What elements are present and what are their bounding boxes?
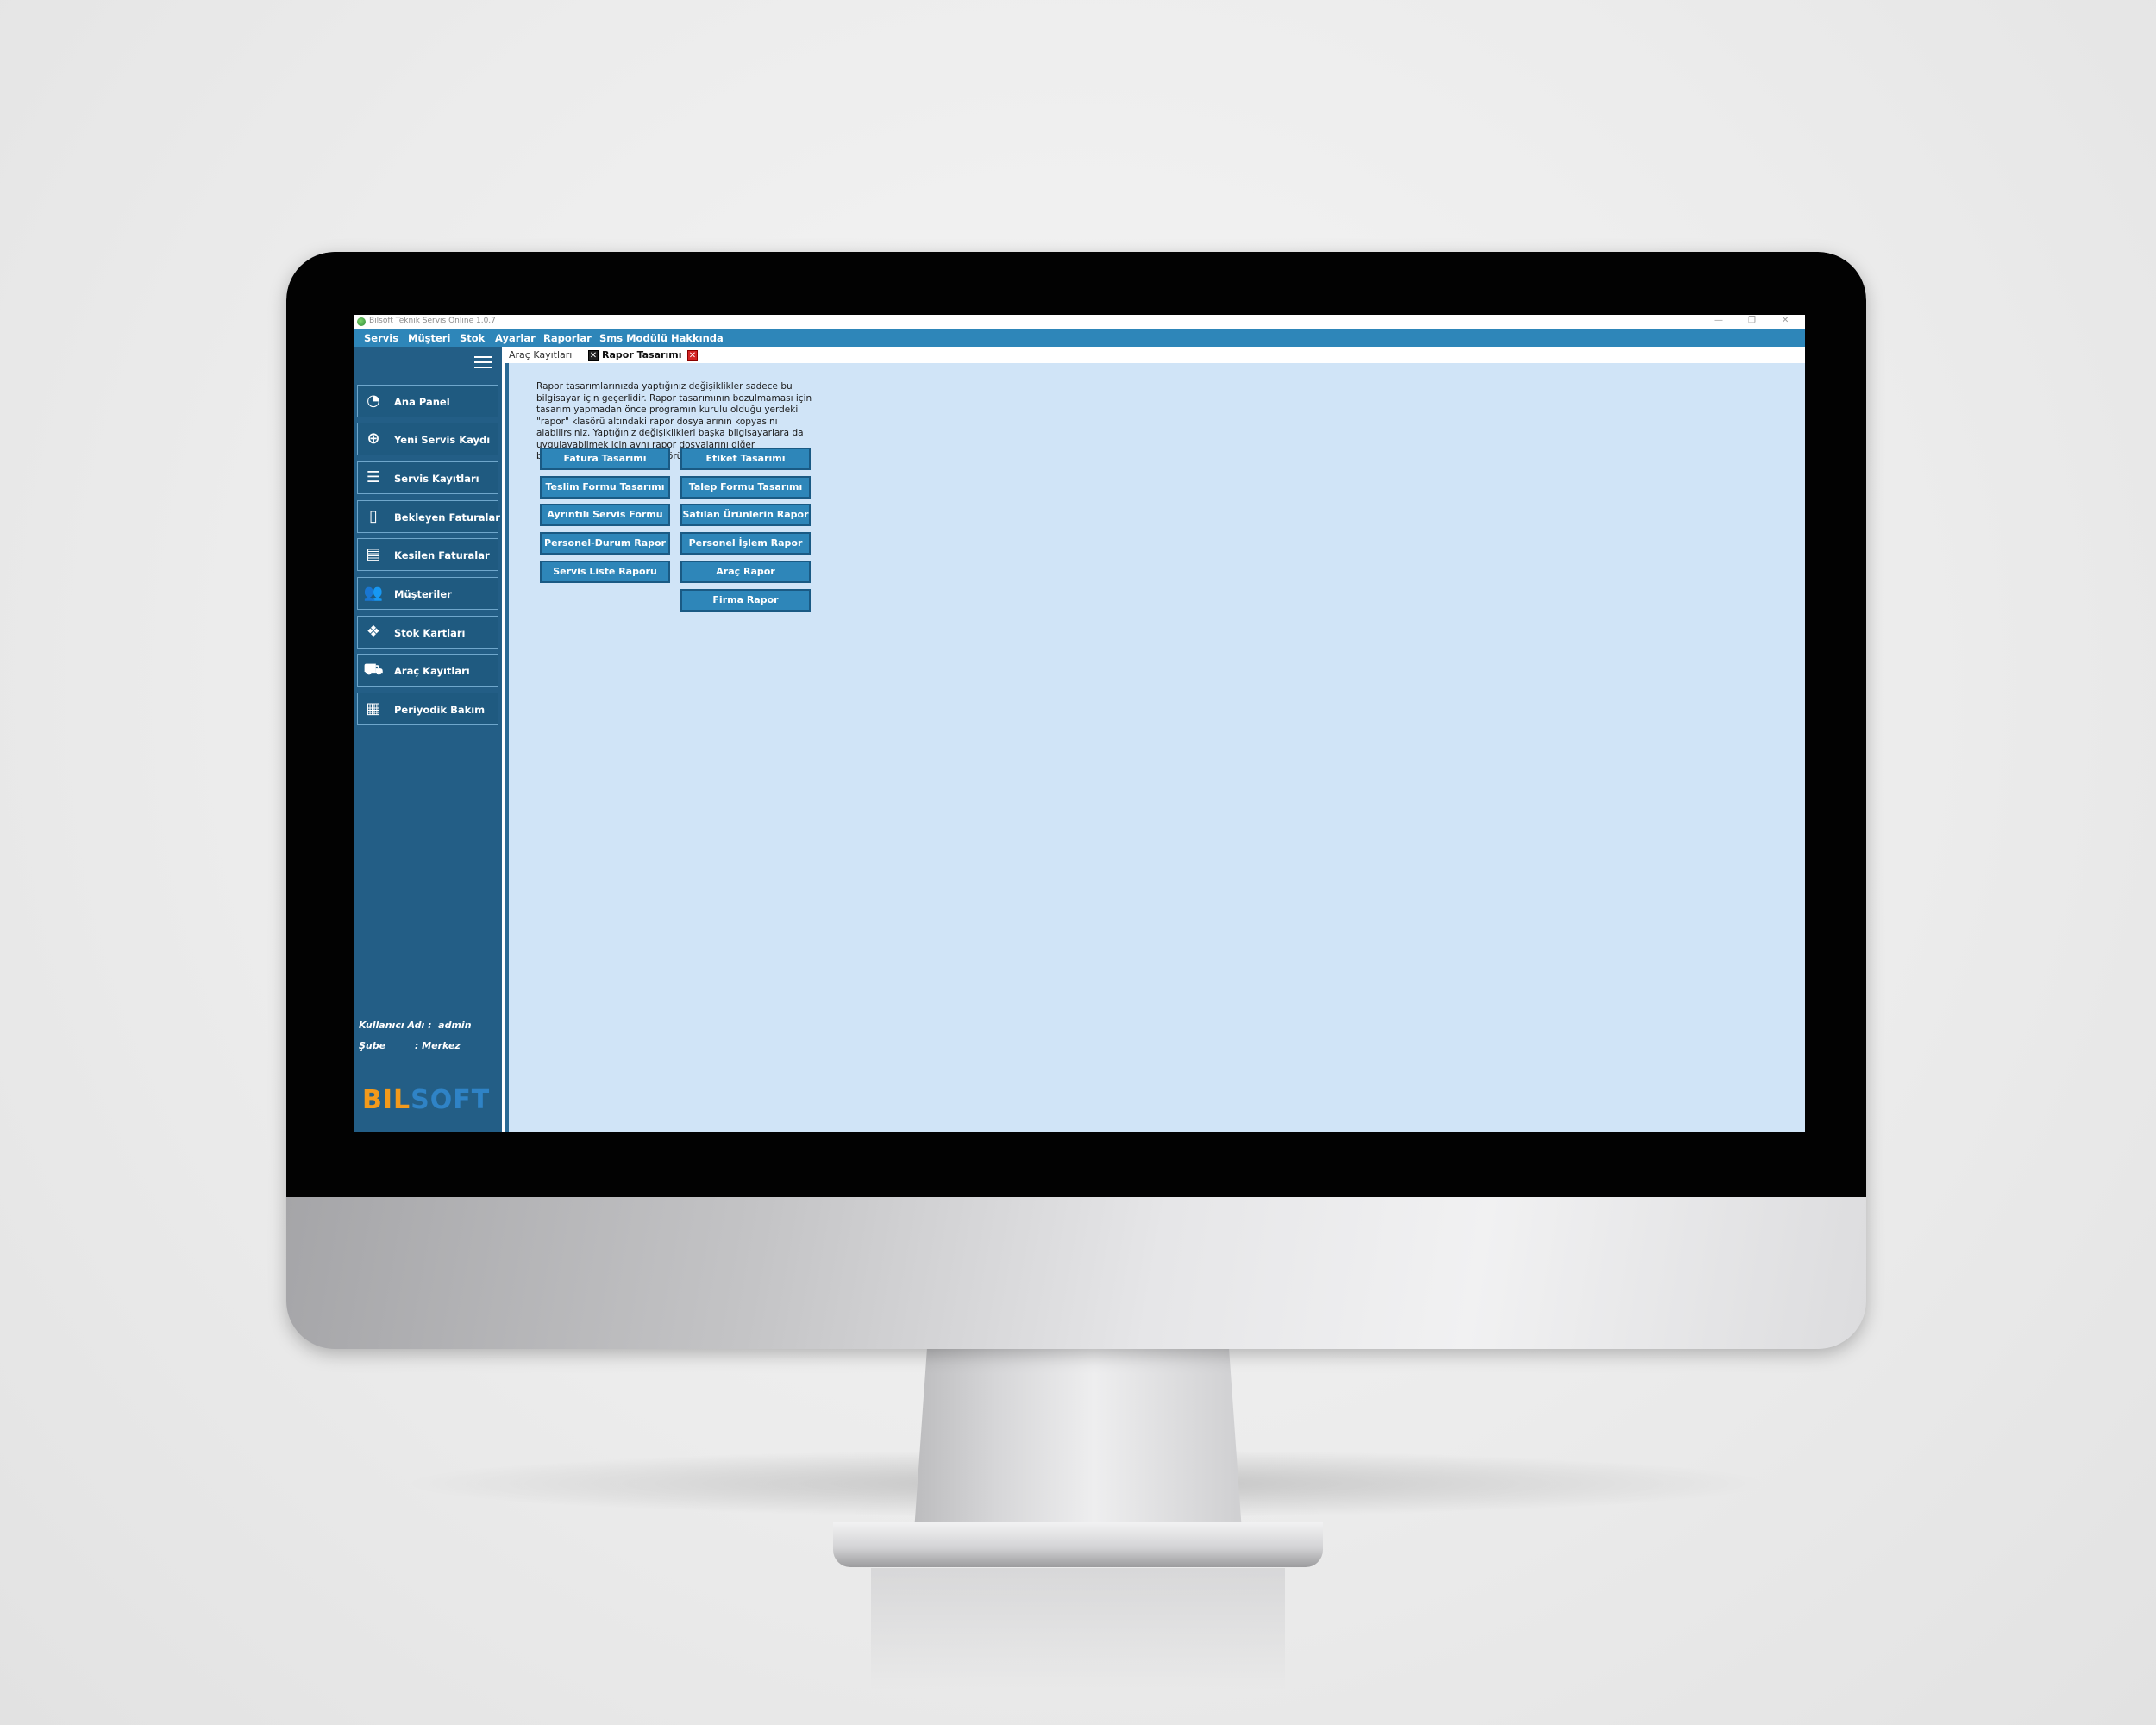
sidebar-item-label: Araç Kayıtları	[394, 665, 470, 677]
branch-value: : Merkez	[414, 1040, 461, 1051]
etiket-tasarimi-button[interactable]: Etiket Tasarımı	[680, 448, 811, 470]
sidebar-item-servis-kayitlari[interactable]: ☰ Servis Kayıtları	[357, 461, 498, 494]
menu-raporlar[interactable]: Raporlar	[543, 332, 592, 344]
tab-bar: Araç Kayıtları ✕ Rapor Tasarımı ✕	[505, 347, 1805, 363]
menu-stok[interactable]: Stok	[460, 332, 485, 344]
sidebar-item-label: Kesilen Faturalar	[394, 549, 490, 561]
receipt-icon: ▤	[366, 545, 381, 563]
plus-circle-icon: ⊕	[367, 430, 380, 448]
sidebar-item-bekleyen-faturalar[interactable]: ▯ Bekleyen Faturalar	[357, 500, 500, 533]
sidebar-item-label: Bekleyen Faturalar	[394, 511, 500, 524]
menu-ayarlar[interactable]: Ayarlar	[495, 332, 536, 344]
arac-rapor-button[interactable]: Araç Rapor	[680, 561, 811, 583]
tab-close-icon[interactable]: ✕	[588, 350, 599, 361]
users-icon: 👥	[363, 584, 384, 602]
teslim-formu-tasarimi-button[interactable]: Teslim Formu Tasarımı	[540, 476, 670, 499]
sidebar-item-stok-kartlari[interactable]: ❖ Stok Kartları	[357, 616, 498, 649]
sidebar-item-label: Periyodik Bakım	[394, 704, 486, 716]
minimize-button[interactable]: —	[1714, 316, 1723, 325]
sidebar: ◔ Ana Panel ⊕ Yeni Servis Kaydı ☰ Servis…	[354, 347, 502, 1132]
stand-reflection	[871, 1568, 1285, 1689]
sidebar-item-arac-kayitlari[interactable]: ⛟ Araç Kayıtları	[357, 654, 498, 687]
branch-label: Şube	[359, 1040, 386, 1051]
content-edge	[505, 363, 509, 1132]
menu-sms-modulu[interactable]: Sms Modülü	[599, 332, 667, 344]
calendar-icon: ▦	[366, 699, 381, 718]
sidebar-item-musteriler[interactable]: 👥 Müşteriler	[357, 577, 498, 610]
hamburger-menu-icon[interactable]	[474, 356, 492, 370]
list-icon: ☰	[366, 468, 381, 486]
restore-button[interactable]: ❐	[1748, 316, 1756, 325]
sidebar-item-yeni-servis-kaydi[interactable]: ⊕ Yeni Servis Kaydı	[357, 423, 498, 455]
personel-islem-rapor-button[interactable]: Personel İşlem Rapor	[680, 532, 811, 555]
talep-formu-tasarimi-button[interactable]: Talep Formu Tasarımı	[680, 476, 811, 499]
ayrintili-servis-formu-button[interactable]: Ayrıntılı Servis Formu	[540, 504, 670, 526]
boxes-icon: ❖	[366, 623, 381, 641]
satilan-urunlerin-rapor-button[interactable]: Satılan Ürünlerin Rapor	[680, 504, 811, 526]
sidebar-item-periyodik-bakim[interactable]: ▦ Periyodik Bakım	[357, 693, 498, 725]
sidebar-item-label: Servis Kayıtları	[394, 473, 479, 485]
main-content: Araç Kayıtları ✕ Rapor Tasarımı ✕ Rapor …	[505, 347, 1805, 1132]
menu-servis[interactable]: Servis	[364, 332, 398, 344]
sidebar-item-label: Ana Panel	[394, 396, 450, 408]
app-icon	[357, 317, 366, 326]
user-value: admin	[438, 1019, 472, 1031]
branch-info: Şube : Merkez	[359, 1040, 461, 1051]
personel-durum-rapor-button[interactable]: Personel-Durum Rapor	[540, 532, 670, 555]
monitor-chin	[286, 1197, 1866, 1349]
servis-liste-raporu-button[interactable]: Servis Liste Raporu	[540, 561, 670, 583]
close-button[interactable]: ✕	[1782, 316, 1789, 325]
sidebar-item-label: Stok Kartları	[394, 627, 466, 639]
app-window: Bilsoft Teknik Servis Online 1.0.7 — ❐ ✕…	[354, 315, 1805, 1132]
gauge-icon: ◔	[367, 392, 380, 410]
tab-arac-kayitlari[interactable]: Araç Kayıtları	[509, 349, 572, 361]
document-icon: ▯	[369, 507, 378, 525]
sidebar-item-ana-panel[interactable]: ◔ Ana Panel	[357, 385, 498, 417]
user-info: Kullanıcı Adı : admin	[359, 1019, 472, 1031]
car-icon: ⛟	[363, 661, 384, 679]
title-bar: Bilsoft Teknik Servis Online 1.0.7 — ❐ ✕	[354, 315, 1805, 329]
firma-rapor-button[interactable]: Firma Rapor	[680, 589, 811, 612]
user-label: Kullanıcı Adı :	[359, 1019, 432, 1031]
menu-hakkinda[interactable]: Hakkında	[671, 332, 724, 344]
menu-musteri[interactable]: Müşteri	[408, 332, 450, 344]
fatura-tasarimi-button[interactable]: Fatura Tasarımı	[540, 448, 670, 470]
sidebar-item-label: Müşteriler	[394, 588, 452, 600]
tab-close-red-icon[interactable]: ✕	[687, 350, 698, 361]
tab-rapor-tasarimi[interactable]: Rapor Tasarımı	[602, 349, 682, 361]
menu-bar: Servis Müşteri Stok Ayarlar Raporlar Sms…	[354, 329, 1805, 347]
bilsoft-logo: BILSOFT	[362, 1085, 491, 1115]
sidebar-item-label: Yeni Servis Kaydı	[394, 434, 491, 446]
monitor-stand-foot	[833, 1522, 1323, 1567]
sidebar-item-kesilen-faturalar[interactable]: ▤ Kesilen Faturalar	[357, 538, 498, 571]
window-title: Bilsoft Teknik Servis Online 1.0.7	[369, 317, 496, 325]
monitor-stand-neck	[914, 1346, 1242, 1531]
